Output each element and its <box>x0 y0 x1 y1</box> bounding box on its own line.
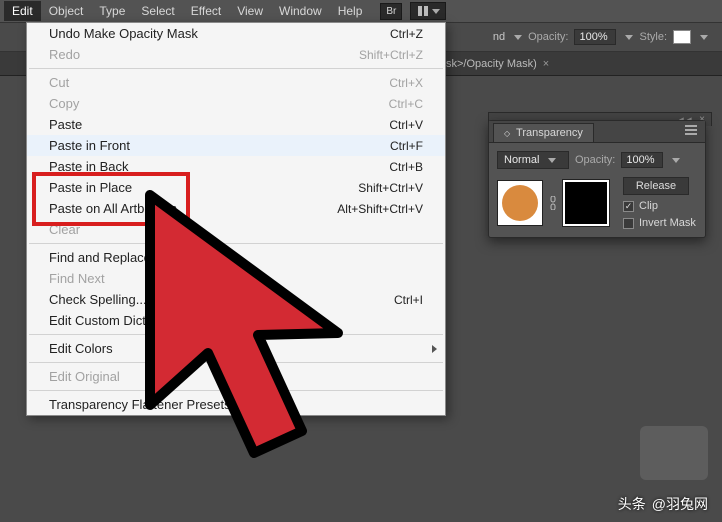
menuitem-undo[interactable]: Undo Make Opacity Mask Ctrl+Z <box>27 23 445 44</box>
attribution-prefix: 头条 <box>618 494 646 514</box>
close-icon[interactable]: × <box>543 58 549 70</box>
clip-checkbox[interactable] <box>623 201 634 212</box>
menuitem-shortcut: Ctrl+I <box>394 293 423 307</box>
chevron-down-icon[interactable] <box>625 35 633 40</box>
menuitem-label: Edit Colors <box>49 341 423 356</box>
menuitem-paste-all-artboards[interactable]: Paste on All Artboards Alt+Shift+Ctrl+V <box>27 198 445 219</box>
attribution: 头条 @羽兔网 <box>618 494 708 514</box>
menuitem-edit-dictionary[interactable]: Edit Custom Dictionary... <box>27 310 445 331</box>
menu-effect[interactable]: Effect <box>183 1 229 21</box>
menuitem-label: Edit Custom Dictionary... <box>49 313 423 328</box>
menuitem-redo: Redo Shift+Ctrl+Z <box>27 44 445 65</box>
menuitem-label: Transparency Flattener Presets... <box>49 397 423 412</box>
attribution-handle: @羽兔网 <box>652 494 708 514</box>
menuitem-shortcut: Ctrl+F <box>390 139 423 153</box>
edit-menu-dropdown: Undo Make Opacity Mask Ctrl+Z Redo Shift… <box>26 22 446 416</box>
menu-separator <box>29 68 443 69</box>
menuitem-edit-colors[interactable]: Edit Colors <box>27 338 445 359</box>
menuitem-label: Redo <box>49 47 359 62</box>
panel-tab-transparency[interactable]: ◇ Transparency <box>493 123 594 142</box>
menuitem-label: Cut <box>49 75 389 90</box>
chevron-down-icon[interactable] <box>700 35 708 40</box>
link-icon[interactable] <box>549 196 557 210</box>
menuitem-label: Paste in Back <box>49 159 389 174</box>
menuitem-label: Paste <box>49 117 389 132</box>
menuitem-label: Paste on All Artboards <box>49 201 337 216</box>
style-swatch[interactable] <box>673 30 691 44</box>
menubar: Edit Object Type Select Effect View Wind… <box>0 0 722 22</box>
menuitem-shortcut: Ctrl+C <box>389 97 423 111</box>
menu-window[interactable]: Window <box>271 1 330 21</box>
menuitem-paste-in-back[interactable]: Paste in Back Ctrl+B <box>27 156 445 177</box>
menuitem-shortcut: Alt+Shift+Ctrl+V <box>337 202 423 216</box>
panel-menu-icon[interactable] <box>681 123 701 140</box>
menuitem-shortcut: Shift+Ctrl+Z <box>359 48 423 62</box>
chevron-down-icon[interactable] <box>672 158 680 163</box>
menuitem-shortcut: Ctrl+X <box>389 76 423 90</box>
menuitem-clear: Clear <box>27 219 445 240</box>
menu-view[interactable]: View <box>229 1 271 21</box>
menuitem-find-next: Find Next <box>27 268 445 289</box>
menuitem-paste-in-place[interactable]: Paste in Place Shift+Ctrl+V <box>27 177 445 198</box>
menu-type[interactable]: Type <box>91 1 133 21</box>
panel-tabbar: ◇ Transparency <box>489 121 705 143</box>
menuitem-label: Find Next <box>49 271 423 286</box>
transparency-panel: ◇ Transparency Normal Opacity: 100% <box>488 120 706 238</box>
release-button[interactable]: Release <box>623 177 689 195</box>
document-tab[interactable]: sk>/Opacity Mask) × <box>436 55 559 73</box>
document-tab-title: sk>/Opacity Mask) <box>446 58 537 70</box>
menuitem-shortcut: Ctrl+V <box>389 118 423 132</box>
invert-mask-label: Invert Mask <box>639 217 696 229</box>
menuitem-paste[interactable]: Paste Ctrl+V <box>27 114 445 135</box>
chevron-down-icon[interactable] <box>514 35 522 40</box>
menuitem-label: Check Spelling... <box>49 292 394 307</box>
menuitem-label: Copy <box>49 96 389 111</box>
menuitem-label: Clear <box>49 222 423 237</box>
menuitem-label: Find and Replace... <box>49 250 423 265</box>
menu-separator <box>29 243 443 244</box>
menuitem-label: Edit Original <box>49 369 423 384</box>
blend-mode-dropdown[interactable]: Normal <box>497 151 569 169</box>
content-shape-icon <box>502 185 538 221</box>
menu-help[interactable]: Help <box>330 1 371 21</box>
watermark-image <box>640 426 708 480</box>
menuitem-flattener-presets[interactable]: Transparency Flattener Presets... <box>27 394 445 415</box>
panel-opacity-label: Opacity: <box>575 154 615 166</box>
panel-opacity-field[interactable]: 100% <box>621 152 663 168</box>
controlbar-fragment: nd <box>493 31 505 43</box>
menu-select[interactable]: Select <box>133 1 182 21</box>
menuitem-copy: Copy Ctrl+C <box>27 93 445 114</box>
blend-mode-value: Normal <box>504 154 539 166</box>
invert-mask-checkbox[interactable] <box>623 218 634 229</box>
menu-separator <box>29 390 443 391</box>
opacity-label: Opacity: <box>528 31 568 43</box>
arrange-docs-button[interactable] <box>410 2 446 20</box>
menuitem-cut: Cut Ctrl+X <box>27 72 445 93</box>
menuitem-label: Paste in Place <box>49 180 358 195</box>
style-label: Style: <box>639 31 667 43</box>
menuitem-shortcut: Ctrl+Z <box>390 27 423 41</box>
content-thumbnail[interactable] <box>497 180 543 226</box>
menuitem-find-replace[interactable]: Find and Replace... <box>27 247 445 268</box>
menuitem-paste-in-front[interactable]: Paste in Front Ctrl+F <box>27 135 445 156</box>
panel-title: Transparency <box>516 127 583 139</box>
menuitem-edit-original: Edit Original <box>27 366 445 387</box>
menuitem-label: Undo Make Opacity Mask <box>49 26 390 41</box>
menu-object[interactable]: Object <box>41 1 92 21</box>
menuitem-shortcut: Ctrl+B <box>389 160 423 174</box>
menuitem-label: Paste in Front <box>49 138 390 153</box>
menuitem-check-spelling[interactable]: Check Spelling... Ctrl+I <box>27 289 445 310</box>
collapse-icon: ◇ <box>504 129 510 138</box>
clip-label: Clip <box>639 200 658 212</box>
menu-separator <box>29 334 443 335</box>
opacity-field[interactable]: 100% <box>574 29 616 45</box>
chevron-down-icon <box>548 158 556 163</box>
chevron-right-icon <box>432 345 437 353</box>
menu-edit[interactable]: Edit <box>4 1 41 21</box>
menuitem-shortcut: Shift+Ctrl+V <box>358 181 423 195</box>
menu-separator <box>29 362 443 363</box>
bridge-button[interactable]: Br <box>380 3 402 20</box>
mask-thumbnail[interactable] <box>563 180 609 226</box>
